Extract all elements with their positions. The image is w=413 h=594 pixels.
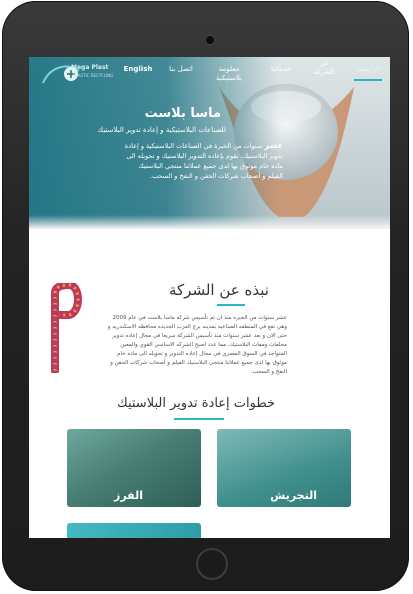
steps-title: خطوات إعادة تدوير البلاستيك	[117, 396, 276, 411]
nav-item-services[interactable]: خدماتنا	[261, 65, 301, 74]
hero-description-bold: عشر	[264, 141, 283, 150]
about-title: نبذه عن الشركة	[169, 281, 269, 299]
card-label: الفرز	[114, 489, 143, 502]
nav-item-plastic-info[interactable]: معلومة بلاستيكية	[209, 65, 249, 83]
logo-subtext: PLASTIC RECYCLING	[73, 73, 114, 78]
logo-text: Mega Plast	[71, 64, 109, 71]
step-card-shredding[interactable]: التجريش	[217, 429, 351, 507]
tablet-frame: Mega Plast PLASTIC RECYCLING الرئيسية عن…	[2, 1, 409, 591]
card-image	[67, 523, 201, 538]
recycled-plastic-p-image	[51, 283, 82, 373]
home-button[interactable]	[196, 548, 228, 580]
hero-description: عشر سنوات من الخبرة في الصناعات البلاستي…	[123, 141, 283, 181]
nav-active-underline	[354, 79, 382, 81]
nav-item-english[interactable]: English	[121, 65, 155, 74]
camera-icon	[205, 35, 215, 45]
step-card-next[interactable]	[67, 523, 201, 538]
about-title-underline	[217, 304, 245, 306]
hero-subtitle: للصناعات البلاستيكية و إعادة تدوير البلا…	[97, 126, 226, 134]
steps-title-underline	[174, 418, 224, 420]
hero-description-text: سنوات من الخبرة في الصناعات البلاستيكية …	[124, 142, 283, 180]
web-page: Mega Plast PLASTIC RECYCLING الرئيسية عن…	[29, 57, 390, 538]
nav-item-contact[interactable]: اتصل بنا	[169, 65, 193, 74]
navbar: Mega Plast PLASTIC RECYCLING الرئيسية عن…	[29, 57, 390, 95]
card-label: التجريش	[270, 489, 317, 502]
nav-item-home[interactable]: الرئيسية	[351, 65, 385, 74]
hero-title: ماسا بلاست	[144, 106, 221, 121]
step-card-sorting[interactable]: الفرز	[67, 429, 201, 507]
hero-banner: Mega Plast PLASTIC RECYCLING الرئيسية عن…	[29, 57, 390, 229]
nav-item-about[interactable]: عن الشركة	[311, 59, 337, 77]
about-text: عشر سنوات من الخبره منذ ان تم تأسيس شركة…	[107, 315, 287, 375]
